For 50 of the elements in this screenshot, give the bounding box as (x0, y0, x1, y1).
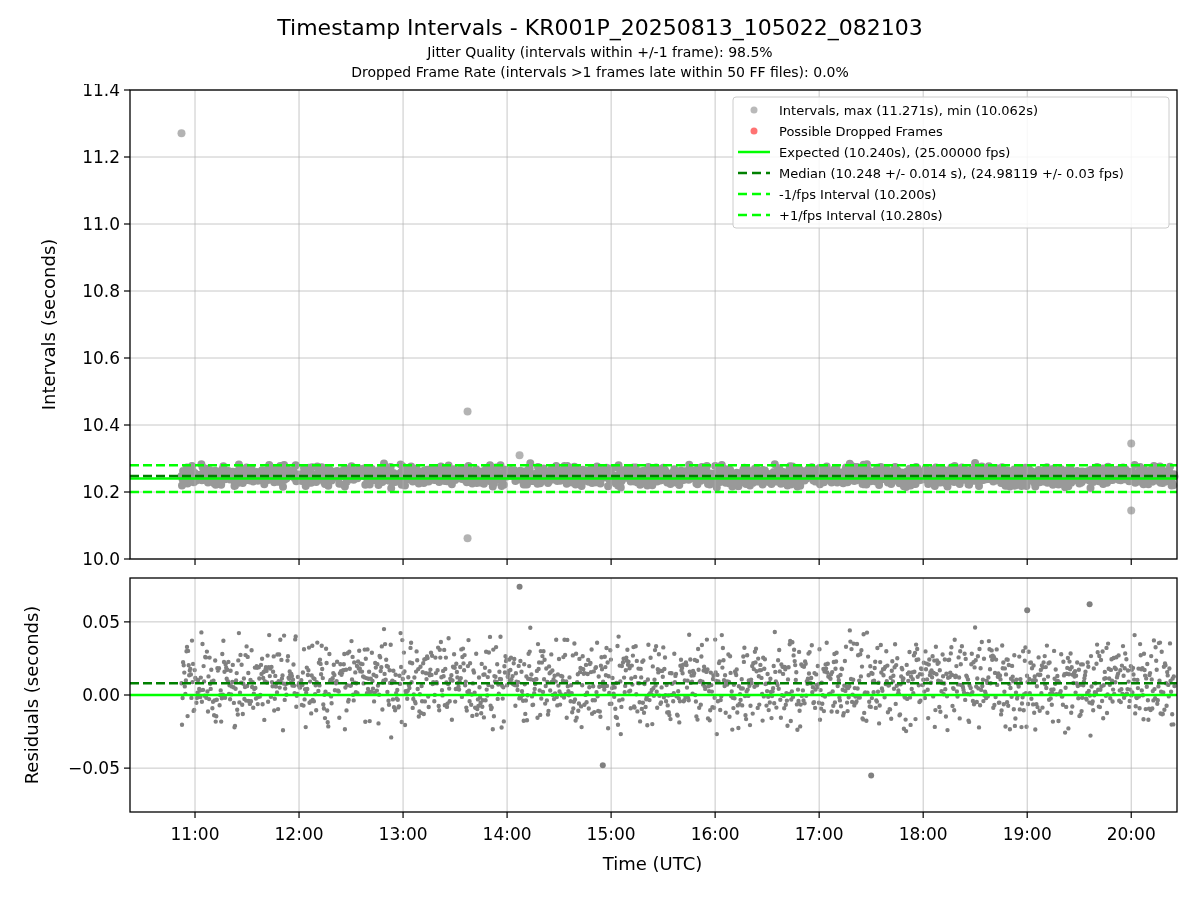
y-tick-label: 10.4 (82, 415, 120, 435)
legend-line-icon (738, 150, 770, 154)
y-tick-label: 10.2 (82, 482, 120, 502)
legend-marker-icon (750, 106, 758, 114)
x-tick-label: 12:00 (274, 824, 324, 844)
y-tick-label: 10.0 (82, 549, 120, 569)
x-tick-label: 20:00 (1106, 824, 1156, 844)
legend-line-icon (738, 171, 770, 175)
data-point (516, 583, 523, 590)
x-tick-label: 13:00 (378, 824, 428, 844)
y-tick-label: 10.8 (82, 281, 120, 301)
figure-subtitle: Jitter Quality (intervals within +/-1 frame): 98.5% (427, 43, 773, 62)
data-point (463, 407, 472, 416)
data-point (599, 762, 606, 769)
x-tick-label: 16:00 (690, 824, 740, 844)
data-point (515, 451, 524, 460)
legend-label: +1/fps Interval (10.280s) (779, 207, 943, 223)
legend-line-icon (738, 213, 770, 217)
y-tick-label: 11.0 (82, 214, 120, 234)
legend-label: Possible Dropped Frames (779, 123, 943, 139)
legend-marker-icon (750, 127, 758, 135)
y-tick-label: 0.00 (82, 685, 120, 705)
x-tick-label: 19:00 (1002, 824, 1052, 844)
y-tick-label: 11.2 (82, 147, 120, 167)
legend-label: -1/fps Interval (10.200s) (779, 186, 937, 202)
legend-label: Intervals, max (11.271s), min (10.062s) (779, 102, 1038, 118)
x-tick-label: 15:00 (586, 824, 636, 844)
legend-label: Expected (10.240s), (25.00000 fps) (779, 144, 1011, 160)
data-point (868, 772, 875, 779)
y-tick-label: 10.6 (82, 348, 120, 368)
figure-subtitle: Dropped Frame Rate (intervals >1 frames late within 50 FF files): 0.0% (351, 63, 849, 82)
x-tick-label: 14:00 (482, 824, 532, 844)
data-point (1024, 607, 1031, 614)
legend-line-icon (738, 192, 770, 196)
x-tick-label: 17:00 (794, 824, 844, 844)
y-tick-label: 0.05 (82, 611, 120, 632)
data-point (177, 129, 186, 138)
y-tick-label: 11.4 (82, 84, 120, 100)
data-point (463, 534, 472, 543)
x-tick-label: 11:00 (170, 824, 220, 844)
y-axis-label: Residuals (seconds) (21, 605, 42, 785)
data-point (1127, 506, 1136, 515)
data-point (1086, 601, 1093, 608)
x-axis-label: Time (UTC) (602, 853, 703, 874)
y-axis-label: Intervals (seconds) (38, 238, 59, 411)
figure-title: Timestamp Intervals - KR001P_20250813_105022_082103 (277, 14, 923, 42)
data-point (1127, 439, 1136, 448)
legend-label: Median (10.248 +/- 0.014 s), (24.98119 +/- 0.03 fps) (779, 165, 1124, 181)
x-tick-label: 18:00 (898, 824, 948, 844)
y-tick-label: −0.05 (67, 758, 120, 779)
